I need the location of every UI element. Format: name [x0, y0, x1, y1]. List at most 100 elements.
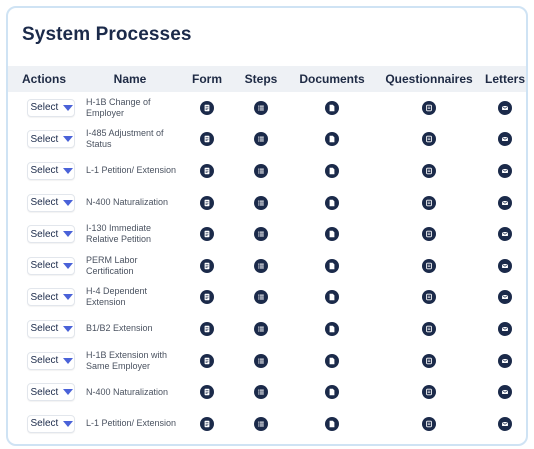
- steps-cell: [232, 416, 290, 431]
- list-icon[interactable]: [254, 163, 268, 178]
- questionnaire-icon[interactable]: [422, 353, 436, 368]
- table-row: Select N-400 Naturalization: [8, 187, 526, 219]
- document-icon[interactable]: [325, 353, 339, 368]
- questionnaire-icon[interactable]: [422, 227, 436, 242]
- form-icon[interactable]: [200, 416, 214, 431]
- mail-icon[interactable]: [498, 353, 512, 368]
- document-icon[interactable]: [325, 195, 339, 210]
- action-select[interactable]: Select: [26, 130, 75, 149]
- list-icon[interactable]: [254, 100, 268, 115]
- questionnaires-cell: [374, 227, 484, 242]
- steps-cell: [232, 132, 290, 147]
- form-cell: [182, 385, 232, 400]
- form-icon[interactable]: [200, 163, 214, 178]
- questionnaire-icon[interactable]: [422, 258, 436, 273]
- mail-icon[interactable]: [498, 100, 512, 115]
- action-select[interactable]: Select: [26, 256, 75, 275]
- form-cell: [182, 163, 232, 178]
- action-select[interactable]: Select: [26, 98, 75, 117]
- steps-cell: [232, 195, 290, 210]
- form-icon[interactable]: [200, 290, 214, 305]
- questionnaire-icon[interactable]: [422, 321, 436, 336]
- mail-icon[interactable]: [498, 195, 512, 210]
- actions-cell: Select: [8, 288, 78, 307]
- list-icon[interactable]: [254, 353, 268, 368]
- form-icon[interactable]: [200, 227, 214, 242]
- list-icon[interactable]: [254, 227, 268, 242]
- form-icon[interactable]: [200, 385, 214, 400]
- documents-cell: [290, 100, 374, 115]
- mail-icon[interactable]: [498, 321, 512, 336]
- action-select[interactable]: Select: [26, 351, 75, 370]
- questionnaires-cell: [374, 290, 484, 305]
- system-processes-card: System Processes Actions Name Form Steps…: [6, 6, 528, 446]
- questionnaires-cell: [374, 321, 484, 336]
- chevron-down-icon: [63, 389, 74, 396]
- questionnaires-cell: [374, 132, 484, 147]
- questionnaire-icon[interactable]: [422, 163, 436, 178]
- questionnaire-icon[interactable]: [422, 100, 436, 115]
- questionnaire-icon[interactable]: [422, 416, 436, 431]
- form-cell: [182, 321, 232, 336]
- form-icon[interactable]: [200, 258, 214, 273]
- questionnaire-icon[interactable]: [422, 195, 436, 210]
- list-icon[interactable]: [254, 385, 268, 400]
- actions-cell: Select: [8, 161, 78, 180]
- document-icon[interactable]: [325, 227, 339, 242]
- name-cell: N-400 Naturalization: [78, 387, 182, 398]
- mail-icon[interactable]: [498, 132, 512, 147]
- form-icon[interactable]: [200, 195, 214, 210]
- form-icon[interactable]: [200, 353, 214, 368]
- action-select[interactable]: Select: [26, 383, 75, 402]
- mail-icon[interactable]: [498, 163, 512, 178]
- form-icon[interactable]: [200, 132, 214, 147]
- actions-cell: Select: [8, 193, 78, 212]
- action-select[interactable]: Select: [26, 225, 75, 244]
- list-icon[interactable]: [254, 195, 268, 210]
- document-icon[interactable]: [325, 385, 339, 400]
- documents-cell: [290, 385, 374, 400]
- form-icon[interactable]: [200, 321, 214, 336]
- name-cell: L-1 Petition/ Extension: [78, 418, 182, 429]
- select-label: Select: [30, 291, 59, 303]
- mail-icon[interactable]: [498, 416, 512, 431]
- form-cell: [182, 100, 232, 115]
- document-icon[interactable]: [325, 258, 339, 273]
- action-select[interactable]: Select: [26, 288, 75, 307]
- document-icon[interactable]: [325, 290, 339, 305]
- document-icon[interactable]: [325, 163, 339, 178]
- document-icon[interactable]: [325, 132, 339, 147]
- actions-cell: Select: [8, 351, 78, 370]
- mail-icon[interactable]: [498, 227, 512, 242]
- action-select[interactable]: Select: [26, 193, 75, 212]
- action-select[interactable]: Select: [26, 319, 75, 338]
- actions-cell: Select: [8, 130, 78, 149]
- table-header: Actions Name Form Steps Documents Questi…: [8, 66, 526, 92]
- steps-cell: [232, 353, 290, 368]
- questionnaires-cell: [374, 195, 484, 210]
- list-icon[interactable]: [254, 290, 268, 305]
- letters-cell: [484, 195, 526, 210]
- list-icon[interactable]: [254, 258, 268, 273]
- questionnaire-icon[interactable]: [422, 132, 436, 147]
- list-icon[interactable]: [254, 132, 268, 147]
- mail-icon[interactable]: [498, 385, 512, 400]
- form-icon[interactable]: [200, 100, 214, 115]
- mail-icon[interactable]: [498, 290, 512, 305]
- form-cell: [182, 132, 232, 147]
- mail-icon[interactable]: [498, 258, 512, 273]
- questionnaire-icon[interactable]: [422, 290, 436, 305]
- name-cell: H-1B Extension with Same Employer: [78, 350, 182, 372]
- document-icon[interactable]: [325, 321, 339, 336]
- table-row: Select I-130 Immediate Relative Petition: [8, 218, 526, 250]
- list-icon[interactable]: [254, 416, 268, 431]
- document-icon[interactable]: [325, 100, 339, 115]
- action-select[interactable]: Select: [26, 161, 75, 180]
- select-label: Select: [30, 386, 59, 398]
- document-icon[interactable]: [325, 416, 339, 431]
- page-title: System Processes: [22, 24, 192, 45]
- questionnaire-icon[interactable]: [422, 385, 436, 400]
- process-name: N-400 Naturalization: [86, 386, 169, 397]
- list-icon[interactable]: [254, 321, 268, 336]
- action-select[interactable]: Select: [26, 414, 75, 433]
